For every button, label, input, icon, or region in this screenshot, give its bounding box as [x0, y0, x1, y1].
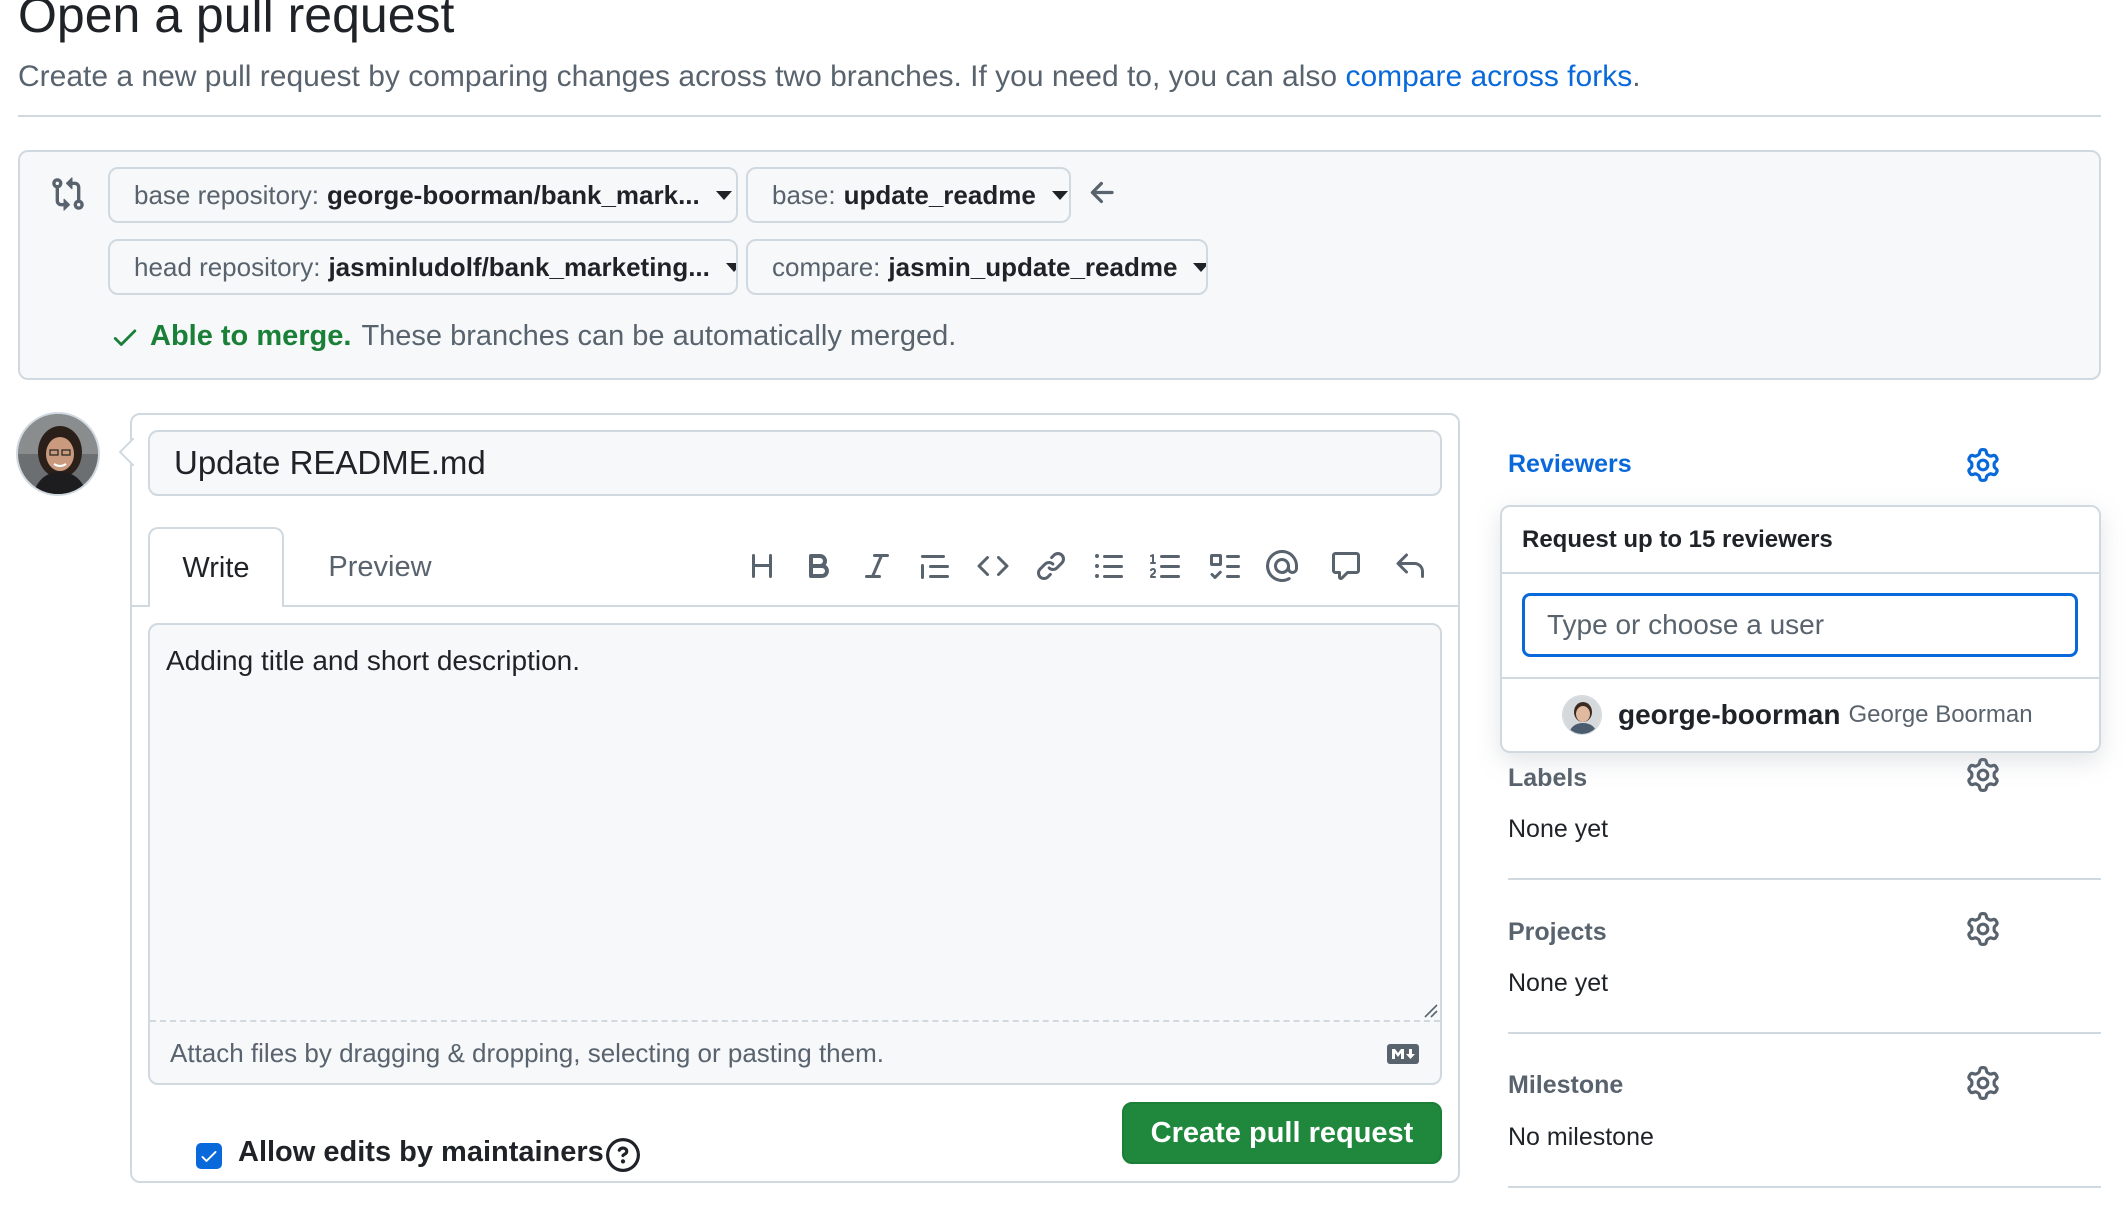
labels-gear-icon[interactable]: [1966, 758, 2000, 792]
compare-branch-select[interactable]: compare: jasmin_update_readme: [746, 239, 1208, 295]
labels-value: None yet: [1508, 815, 1608, 844]
pr-title-input[interactable]: [148, 430, 1442, 496]
caret-down-icon: [726, 263, 738, 272]
reviewers-popup-title: Request up to 15 reviewers: [1522, 526, 1833, 554]
resize-handle-icon[interactable]: [1420, 1000, 1438, 1018]
ordered-list-icon[interactable]: [1150, 550, 1182, 582]
checkmark-icon: [199, 1146, 219, 1166]
caret-down-icon: [716, 191, 732, 200]
base-branch-select[interactable]: base: update_readme: [746, 167, 1071, 223]
page-description: Create a new pull request by comparing c…: [18, 60, 1641, 94]
labels-heading[interactable]: Labels: [1508, 764, 1587, 793]
head-repository-select[interactable]: head repository: jasminludolf/bank_market…: [108, 239, 738, 295]
arrow-left-icon: [1086, 176, 1120, 210]
projects-heading[interactable]: Projects: [1508, 918, 1607, 947]
milestone-value: No milestone: [1508, 1123, 1654, 1152]
heading-icon[interactable]: [746, 550, 778, 582]
attach-files-text[interactable]: Attach files by dragging & dropping, sel…: [170, 1038, 884, 1069]
tab-write[interactable]: Write: [148, 527, 284, 607]
reference-icon[interactable]: [1330, 550, 1362, 582]
sidebar-divider: [1508, 878, 2101, 880]
link-icon[interactable]: [1035, 550, 1067, 582]
allow-edits-checkbox[interactable]: [196, 1143, 222, 1169]
milestone-heading[interactable]: Milestone: [1508, 1071, 1623, 1100]
merge-detail-text: These branches can be automatically merg…: [361, 320, 956, 353]
compare-branch-label: compare:: [772, 252, 880, 283]
allow-edits-label[interactable]: Allow edits by maintainers: [238, 1136, 604, 1169]
caret-down-icon: [1052, 191, 1068, 200]
reviewer-suggestion[interactable]: george-boorman George Boorman: [1502, 680, 2099, 750]
reply-icon[interactable]: [1394, 550, 1426, 582]
compare-branch-value: jasmin_update_readme: [888, 252, 1177, 283]
question-icon[interactable]: [606, 1138, 640, 1172]
base-branch-label: base:: [772, 180, 836, 211]
italic-icon[interactable]: [861, 550, 893, 582]
suggestion-name: George Boorman: [1848, 701, 2032, 729]
create-pull-request-button[interactable]: Create pull request: [1122, 1102, 1442, 1164]
unordered-list-icon[interactable]: [1093, 550, 1125, 582]
pr-body-textarea[interactable]: [148, 623, 1442, 1085]
milestone-gear-icon[interactable]: [1966, 1066, 2000, 1100]
attach-divider: [150, 1020, 1440, 1022]
reviewer-search-input[interactable]: [1522, 593, 2078, 657]
tab-preview[interactable]: Preview: [300, 527, 460, 607]
check-icon: [110, 322, 140, 352]
description-end: .: [1632, 60, 1640, 93]
page-title: Open a pull request: [18, 0, 454, 44]
author-avatar[interactable]: [16, 412, 100, 496]
tabs-divider: [132, 605, 1458, 607]
task-list-icon[interactable]: [1208, 550, 1240, 582]
head-repository-label: head repository:: [134, 252, 320, 283]
suggestion-login: george-boorman: [1618, 699, 1840, 731]
git-compare-icon: [50, 176, 86, 212]
popup-divider: [1502, 572, 2099, 574]
merge-ok-text: Able to merge.: [150, 320, 351, 353]
merge-status: Able to merge. These branches can be aut…: [110, 320, 956, 353]
base-branch-value: update_readme: [844, 180, 1036, 211]
pr-body-text: Adding title and short description.: [166, 645, 580, 677]
code-icon[interactable]: [977, 550, 1009, 582]
markdown-icon[interactable]: [1386, 1043, 1420, 1065]
sidebar-divider: [1508, 1032, 2101, 1034]
base-repository-select[interactable]: base repository: george-boorman/bank_mark…: [108, 167, 738, 223]
suggestion-avatar: [1562, 695, 1602, 735]
projects-gear-icon[interactable]: [1966, 912, 2000, 946]
header-divider: [18, 115, 2101, 117]
reviewers-gear-icon[interactable]: [1966, 448, 2000, 482]
description-text: Create a new pull request by comparing c…: [18, 60, 1345, 93]
avatar-image: [1563, 696, 1602, 735]
base-repository-value: george-boorman/bank_mark...: [327, 180, 700, 211]
quote-icon[interactable]: [919, 550, 951, 582]
bold-icon[interactable]: [803, 550, 835, 582]
mention-icon[interactable]: [1266, 550, 1298, 582]
form-pointer: [118, 438, 134, 466]
head-repository-value: jasminludolf/bank_marketing...: [328, 252, 709, 283]
popup-divider: [1502, 677, 2099, 679]
projects-value: None yet: [1508, 969, 1608, 998]
sidebar-divider: [1508, 1186, 2101, 1188]
avatar-image: [18, 414, 100, 496]
base-repository-label: base repository:: [134, 180, 319, 211]
caret-down-icon: [1193, 263, 1208, 272]
compare-across-forks-link[interactable]: compare across forks: [1345, 60, 1632, 93]
reviewers-heading[interactable]: Reviewers: [1508, 450, 1632, 479]
